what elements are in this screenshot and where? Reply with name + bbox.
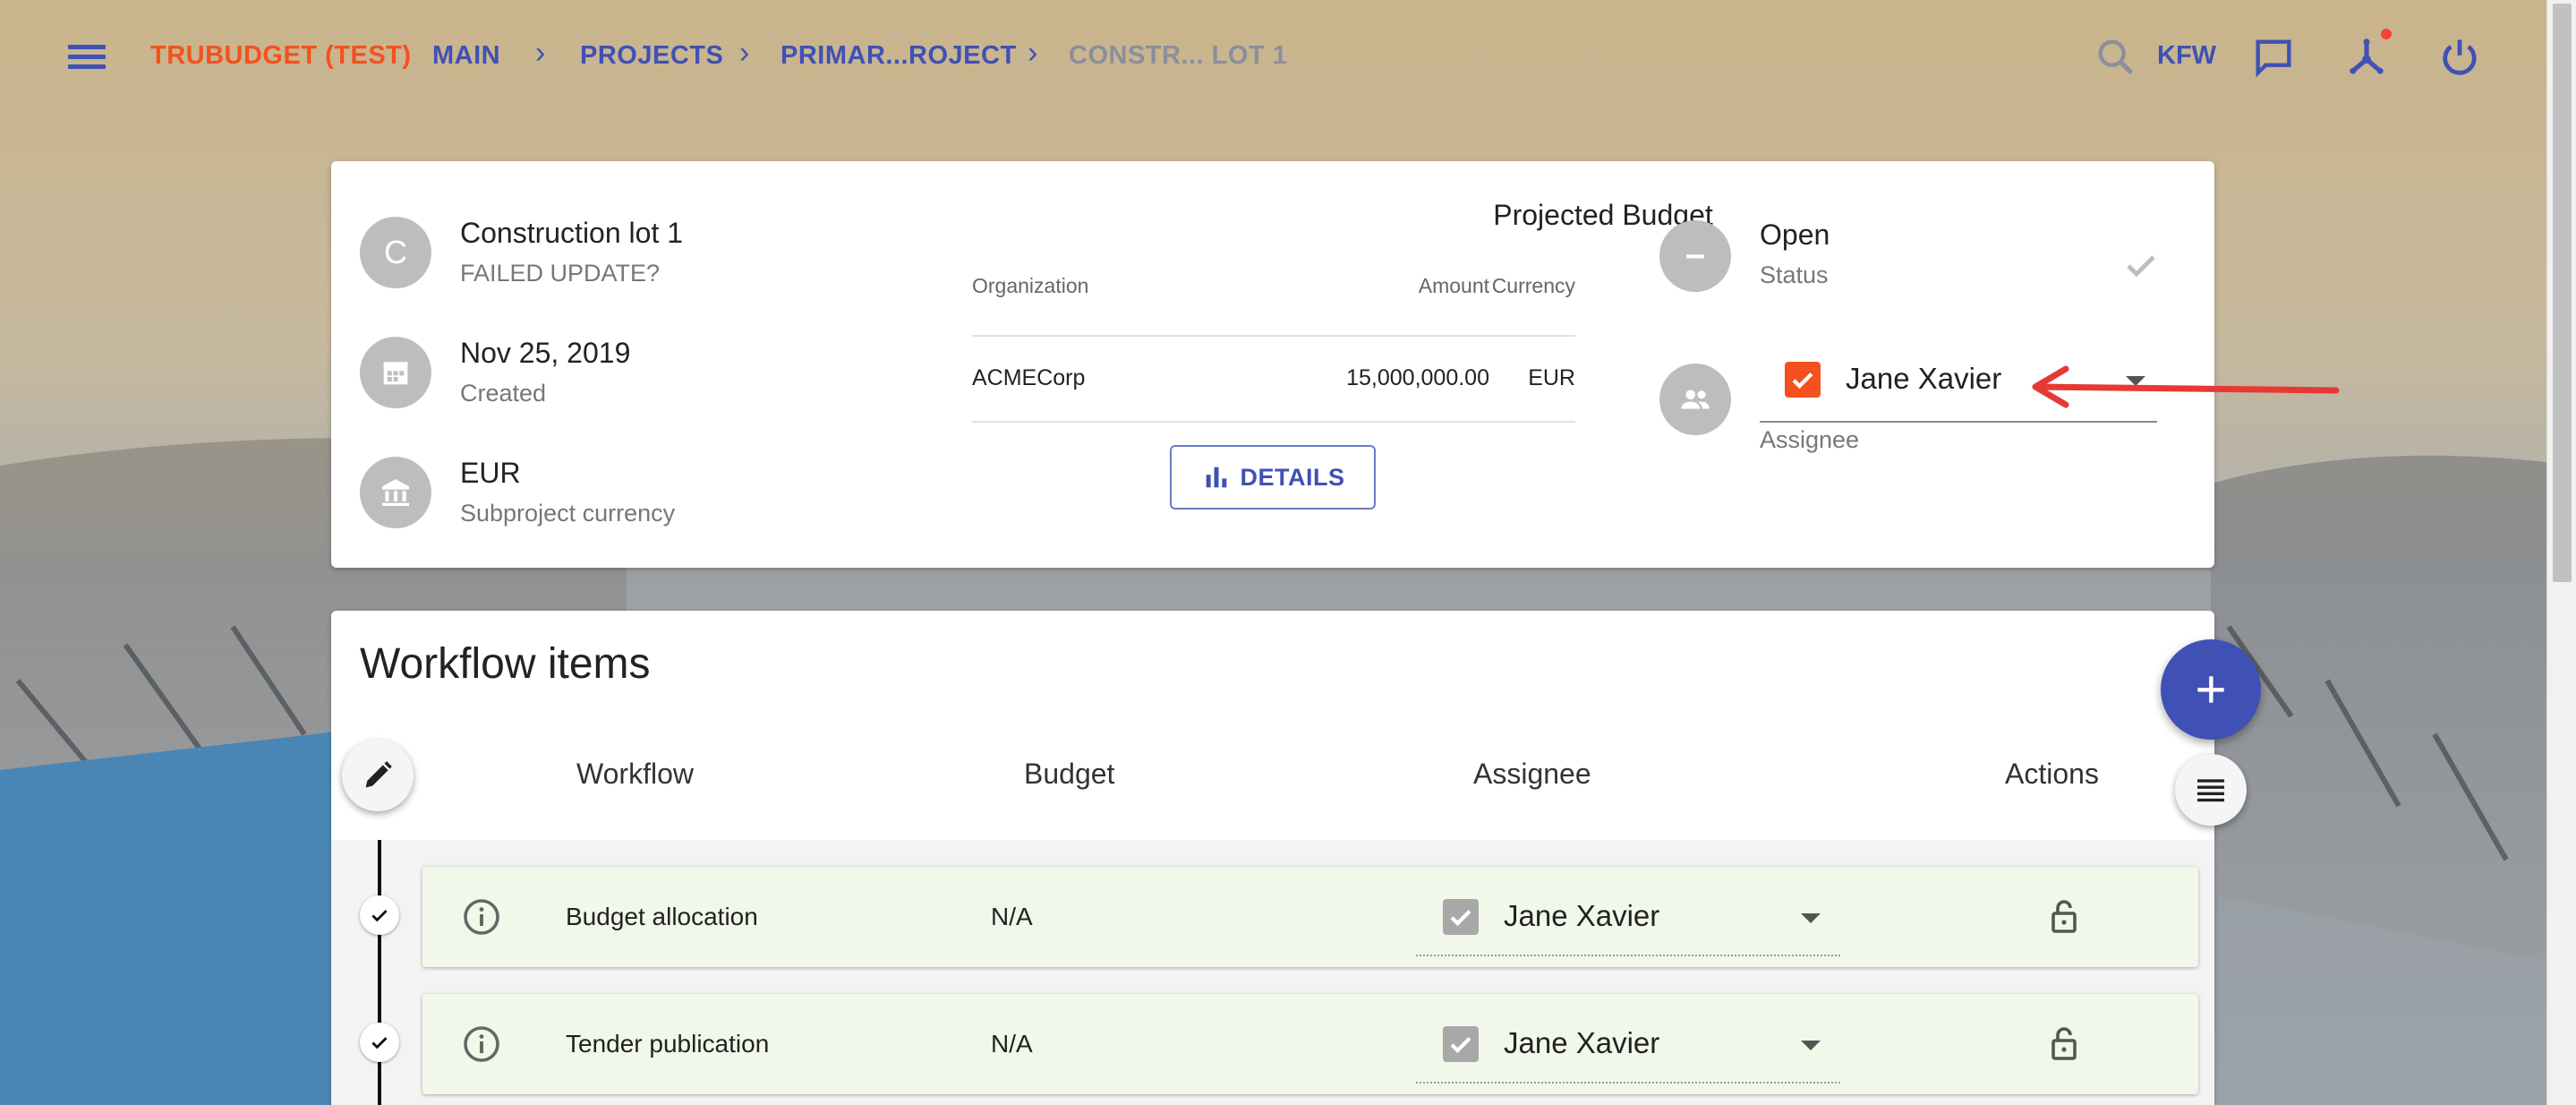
info-icon[interactable]: [460, 1023, 503, 1066]
close-subproject-check-icon[interactable]: [2120, 244, 2162, 287]
budget-currency: EUR: [1528, 365, 1575, 390]
divider: [972, 421, 1575, 423]
assignee-name: Jane Xavier: [1504, 1026, 1660, 1059]
status-open-icon: [1659, 220, 1731, 292]
info-icon[interactable]: [460, 895, 503, 938]
power-icon[interactable]: [2436, 34, 2483, 81]
workflow-header-workflow: Workflow: [576, 758, 694, 790]
chevron-down-icon: [1801, 913, 1821, 923]
subproject-details-card: C Construction lot 1 FAILED UPDATE? Nov …: [331, 161, 2214, 568]
workflow-header-budget: Budget: [1024, 758, 1115, 790]
budget-amount: 15,000,000.00: [1346, 365, 1489, 390]
subproject-name: Construction lot 1: [460, 217, 684, 249]
budget-organization: ACMECorp: [972, 365, 1086, 390]
workflow-header-actions: Actions: [2005, 758, 2099, 790]
created-date: Nov 25, 2019: [460, 337, 631, 369]
subproject-avatar: C: [360, 217, 431, 288]
breadcrumb-subproject: CONSTR... LOT 1: [1069, 41, 1288, 70]
workflow-item-row[interactable]: Budget allocation N/A Jane Xavier: [422, 867, 2198, 967]
budget-header-amount: Amount: [1418, 274, 1489, 297]
workflow-header-assignee: Assignee: [1473, 758, 1591, 790]
search-icon[interactable]: [2093, 34, 2139, 81]
workflow-title: Workflow items: [360, 640, 651, 688]
workflow-timeline: [378, 840, 381, 1105]
workflow-list-options-button[interactable]: [2175, 754, 2247, 826]
workflow-assignee-select[interactable]: Jane Xavier: [1416, 1006, 1840, 1084]
chevron-right-icon: ›: [739, 36, 750, 70]
organization-label[interactable]: KFW: [2157, 41, 2216, 71]
breadcrumb-main[interactable]: MAIN: [432, 41, 500, 71]
breadcrumb-project[interactable]: PRIMAR...ROJECT: [780, 41, 1017, 71]
currency-value: EUR: [460, 457, 521, 489]
assignee-checkbox-icon: [1443, 899, 1479, 935]
people-icon: [1659, 364, 1731, 435]
menu-icon[interactable]: [64, 39, 109, 75]
status-label: Status: [1760, 261, 1829, 288]
workflow-item-budget: N/A: [991, 903, 1033, 930]
edit-workflow-button[interactable]: [342, 740, 414, 811]
annotation-arrow-icon: [2023, 362, 2345, 415]
lock-open-icon[interactable]: [2043, 1023, 2086, 1066]
assignee-name: Jane Xavier: [1846, 362, 2002, 395]
workflow-item-row[interactable]: Tender publication N/A Jane Xavier: [422, 994, 2198, 1094]
budget-header-currency: Currency: [1491, 274, 1575, 297]
chevron-right-icon: ›: [535, 36, 546, 70]
workflow-done-check-icon: [360, 895, 399, 935]
workflow-done-check-icon: [360, 1023, 399, 1062]
chat-icon[interactable]: [2250, 34, 2297, 81]
top-app-bar: TRUBUDGET (TEST) MAIN › PROJECTS › PRIMA…: [0, 0, 2546, 115]
chevron-down-icon: [1801, 1041, 1821, 1050]
scrollbar-thumb[interactable]: [2553, 4, 2572, 582]
currency-label: Subproject currency: [460, 500, 676, 527]
projected-budget-title: Projected Budget: [1493, 199, 1713, 231]
chevron-right-icon: ›: [1028, 36, 1038, 70]
divider: [972, 335, 1575, 337]
assignee-label: Assignee: [1760, 426, 1860, 453]
calendar-icon: [360, 337, 431, 408]
assignee-name: Jane Xavier: [1504, 899, 1660, 932]
status-value: Open: [1760, 218, 1830, 251]
lock-open-icon[interactable]: [2043, 895, 2086, 938]
details-button[interactable]: DETAILS: [1170, 445, 1376, 510]
vertical-scrollbar[interactable]: [2546, 0, 2576, 1105]
network-icon[interactable]: [2343, 34, 2390, 81]
workflow-item-name: Tender publication: [566, 1030, 770, 1058]
list-icon: [2197, 779, 2224, 802]
breadcrumb-projects[interactable]: PROJECTS: [580, 41, 723, 71]
plus-icon: [2197, 676, 2224, 703]
assignee-checkbox-icon: [1785, 362, 1821, 398]
budget-header-organization: Organization: [972, 274, 1089, 297]
workflow-item-budget: N/A: [991, 1030, 1033, 1058]
subproject-description: FAILED UPDATE?: [460, 260, 661, 287]
workflow-item-name: Budget allocation: [566, 903, 758, 930]
workflow-items-card: Workflow items Workflow Budget Assignee …: [331, 611, 2214, 1105]
details-button-label: DETAILS: [1240, 463, 1345, 491]
notification-dot: [2381, 29, 2392, 39]
created-label: Created: [460, 380, 547, 407]
brand-title[interactable]: TRUBUDGET (TEST): [150, 41, 412, 71]
add-workflow-item-button[interactable]: [2161, 639, 2261, 740]
workflow-assignee-select[interactable]: Jane Xavier: [1416, 879, 1840, 956]
bar-chart-icon: [1206, 467, 1226, 488]
bank-icon: [360, 457, 431, 528]
assignee-checkbox-icon: [1443, 1026, 1479, 1062]
pencil-icon: [365, 761, 392, 788]
